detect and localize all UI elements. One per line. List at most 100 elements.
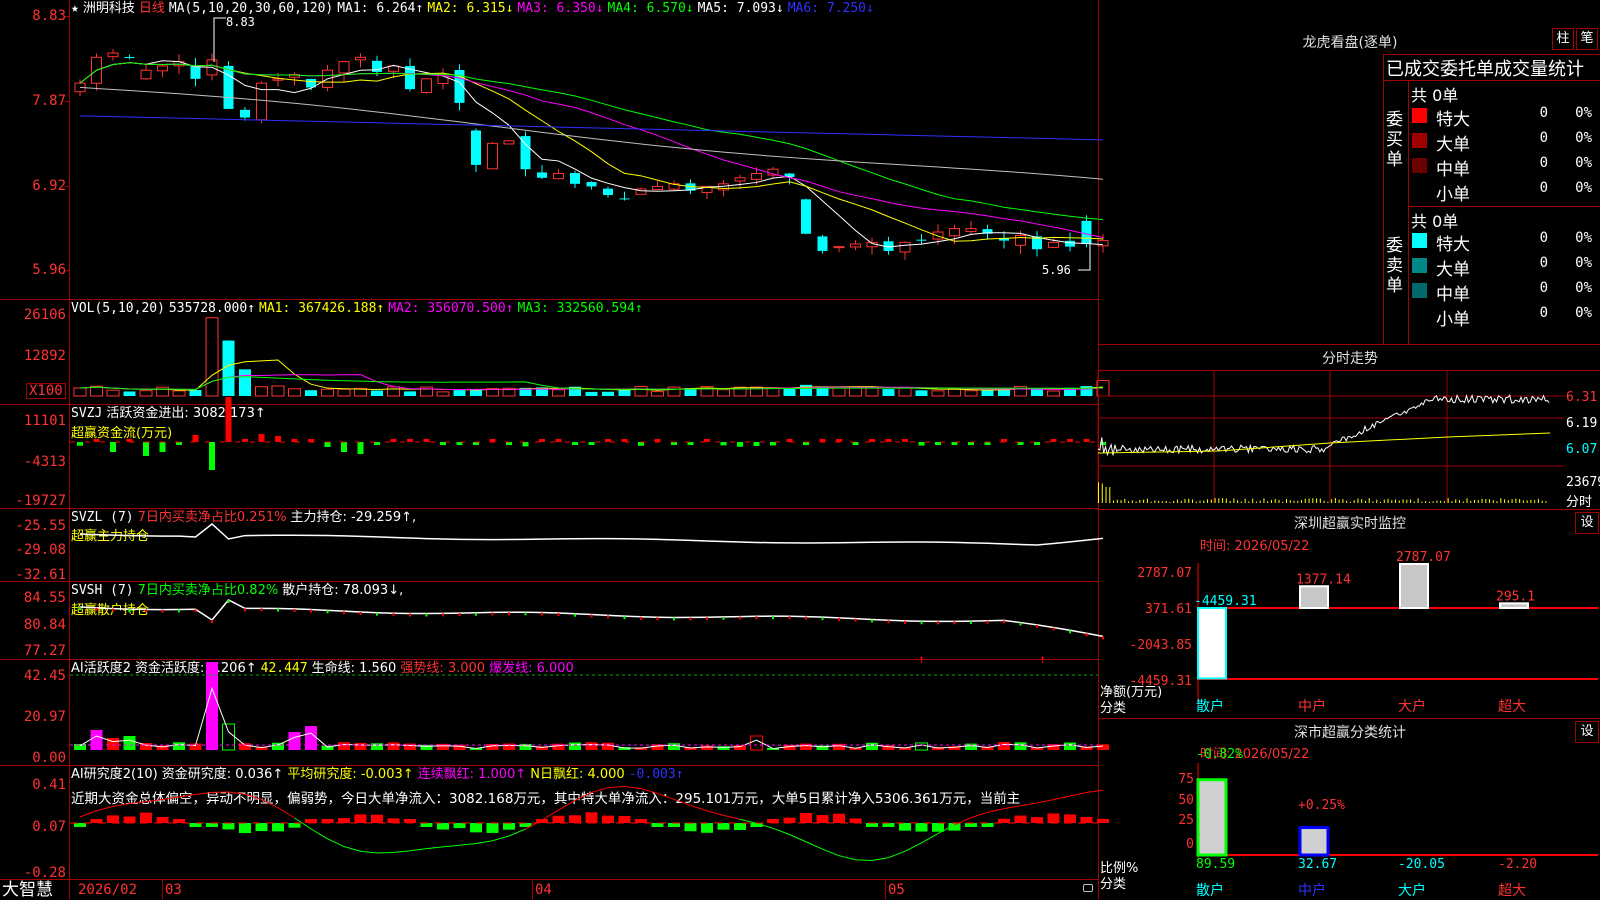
intraday-volume-bar	[1225, 498, 1227, 503]
svzl-chart	[79, 523, 1104, 546]
intraday-volume-bar	[1195, 501, 1197, 503]
ai-research-bar	[255, 823, 268, 832]
intraday-volume-bar	[1255, 501, 1257, 503]
intraday-volume-bar	[1534, 500, 1536, 503]
svsh-tick	[1003, 620, 1005, 624]
ai-research-line	[640, 788, 658, 794]
svzj-bar	[143, 442, 149, 456]
volume-bar	[371, 390, 383, 396]
buy-orders-label: 委买单	[1386, 110, 1403, 170]
candlestick-chart[interactable]	[0, 0, 1109, 299]
svsh-tick	[310, 609, 312, 613]
intraday-volume-bar	[1161, 501, 1163, 503]
sz-class-bar	[1196, 778, 1228, 857]
date-label: 2026/02	[78, 882, 138, 898]
intraday-volume-bar	[1229, 500, 1231, 503]
sz-class-settings-button[interactable]: 设	[1575, 721, 1599, 743]
intraday-volume-bar	[1466, 498, 1468, 503]
sell-row-pct: 0%	[1575, 305, 1592, 321]
ai-research-bar	[90, 819, 103, 823]
volume-bar	[651, 391, 664, 397]
intraday-volume-bar	[1421, 501, 1423, 503]
ai-research-line	[690, 804, 708, 812]
intraday-bottom	[1098, 509, 1600, 510]
ai-research-line	[706, 810, 724, 816]
svsh-tick	[1019, 622, 1022, 626]
intraday-title[interactable]: 分时走势	[1280, 348, 1420, 368]
pen-mode-button[interactable]: 笔	[1576, 28, 1598, 50]
intraday-volume-bar	[1237, 500, 1239, 503]
sz-monitor-category: 中户	[1298, 698, 1326, 715]
brand-logo[interactable]: 大智慧	[2, 880, 53, 900]
intraday-volume-bar	[1545, 501, 1547, 503]
date-label: 03	[165, 882, 182, 898]
volume-bar	[964, 390, 978, 397]
ai-active-bar	[750, 735, 763, 751]
ai-research-bar	[404, 819, 416, 823]
sz-class-category: 中户	[1298, 882, 1326, 899]
ai-research-bar	[1047, 813, 1060, 823]
buy-row-pct: 0%	[1575, 180, 1592, 196]
ai-research-bar	[74, 823, 86, 827]
intraday-volume-bar	[1522, 500, 1524, 503]
volume-bar	[288, 388, 301, 397]
intraday-volume-bar	[1492, 500, 1494, 503]
ai-research-line	[1036, 799, 1054, 804]
volume-bar	[931, 390, 945, 397]
bar-mode-button[interactable]: 柱	[1552, 28, 1574, 50]
sz-class-title: 深市超赢分类统计	[1294, 725, 1406, 741]
lock-icon[interactable]	[1083, 884, 1093, 892]
intraday-volume-bar	[1282, 501, 1284, 503]
longhu-divider	[1408, 206, 1600, 207]
volume-bar	[239, 369, 251, 396]
svsh-tick	[788, 616, 791, 620]
sz-monitor-settings-button[interactable]: 设	[1575, 512, 1599, 534]
ai-active-bar	[602, 742, 614, 750]
ai-research-line	[261, 799, 279, 809]
intraday-volume-bar	[1240, 501, 1242, 503]
ai-research-bar	[998, 818, 1010, 823]
intraday-volume-bar	[1443, 501, 1445, 503]
buy-row-swatch	[1412, 133, 1427, 148]
intraday-volume-bar	[1286, 498, 1287, 503]
candle-body	[157, 65, 168, 72]
ai-research-line	[855, 859, 873, 862]
ai-research-bar	[189, 823, 202, 827]
ai-research-bar	[717, 823, 730, 830]
volume-bar	[766, 387, 780, 397]
intraday-volume-bar	[1376, 499, 1378, 503]
ai-research-line	[459, 843, 477, 846]
svsh-tick	[739, 616, 741, 620]
buy-row-name: 大单	[1436, 135, 1470, 155]
svsh-tick	[623, 616, 626, 620]
sz-monitor-chart: -4459.31 散户 1377.14 中户 2787.07 大户 295.1 超大	[1194, 550, 1598, 715]
intraday-volume-label: 23679	[1566, 475, 1600, 490]
intraday-volume-bar	[1504, 499, 1506, 503]
sell-total: 共 0单	[1411, 212, 1459, 231]
ai-research-bar	[222, 823, 235, 830]
sz-monitor-bar-label: -4459.31	[1194, 594, 1257, 609]
candle-body	[537, 172, 547, 178]
volume-bar	[404, 391, 416, 396]
ai-research-bar	[635, 819, 647, 823]
svsh-tick	[755, 616, 758, 620]
intraday-volume-bar	[1173, 500, 1175, 503]
buy-total: 共 0单	[1411, 86, 1459, 105]
longhu-left-border	[1383, 54, 1384, 344]
intraday-volume-bar	[1327, 501, 1329, 503]
ai-research-line	[607, 785, 625, 789]
svsh-tick	[1069, 630, 1071, 634]
ai-research-line	[624, 785, 642, 790]
ai-research-line	[789, 834, 807, 843]
buy-row-count: 0	[1539, 105, 1548, 121]
intraday-volume-bar	[1432, 501, 1434, 503]
intraday-volume-bar	[1526, 500, 1528, 503]
svsh-tick	[821, 617, 824, 621]
intraday-volume-bar	[1267, 501, 1269, 503]
intraday-volume-bar	[1451, 501, 1453, 503]
ai-active-bar	[338, 742, 350, 750]
intraday-chart[interactable]	[1097, 371, 1564, 509]
intraday-volume-bar	[1395, 499, 1397, 503]
ai-research-line	[145, 799, 163, 803]
intraday-volume-bar	[1113, 500, 1115, 503]
